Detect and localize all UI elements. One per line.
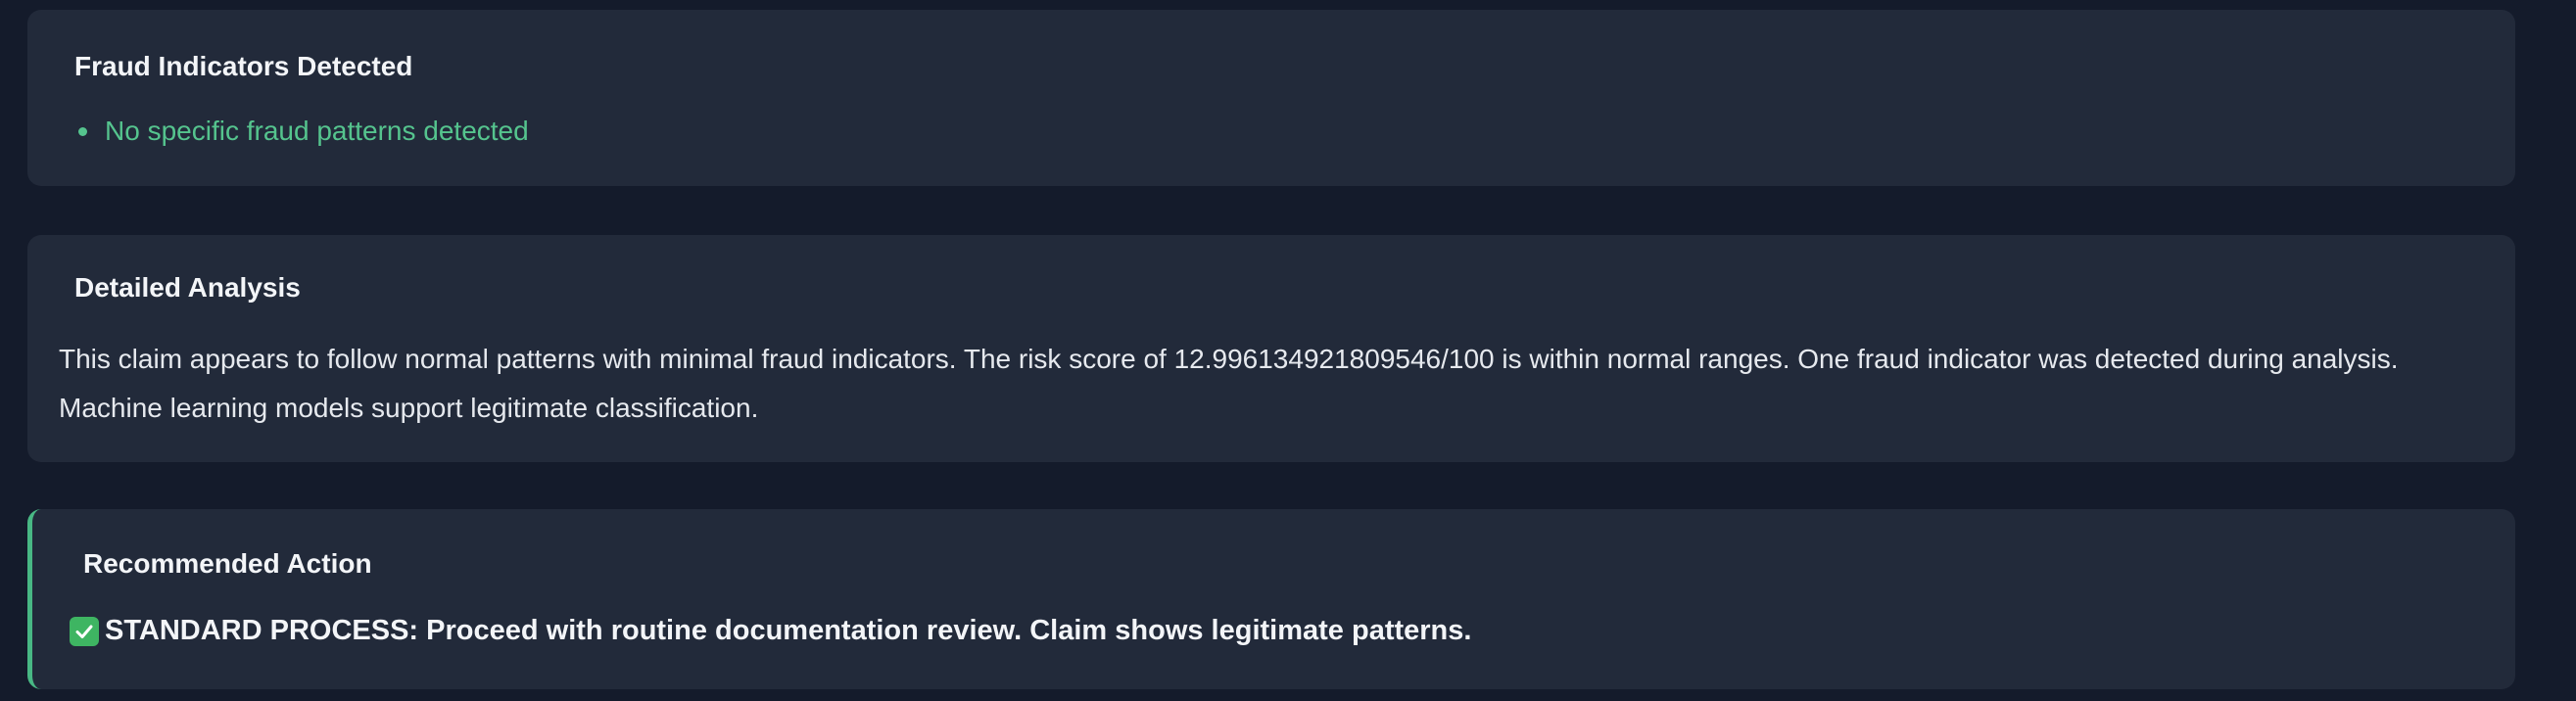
bullet-icon — [78, 126, 87, 136]
detailed-analysis-card: Detailed Analysis This claim appears to … — [27, 235, 2515, 462]
recommended-action-card: Recommended Action STANDARD PROCESS: Pro… — [27, 509, 2515, 689]
recommended-action-row: STANDARD PROCESS: Proceed with routine d… — [70, 615, 1471, 647]
left-edge-strip — [0, 0, 27, 701]
recommended-action-title: Recommended Action — [83, 548, 372, 579]
detailed-analysis-text: This claim appears to follow normal patt… — [59, 344, 2399, 423]
detailed-analysis-title: Detailed Analysis — [74, 272, 301, 303]
list-item: No specific fraud patterns detected — [74, 116, 529, 147]
fraud-indicator-text: No specific fraud patterns detected — [105, 116, 529, 146]
fraud-indicators-title: Fraud Indicators Detected — [74, 51, 413, 81]
recommended-action-text: STANDARD PROCESS: Proceed with routine d… — [105, 615, 1472, 646]
check-box-icon — [70, 616, 99, 646]
fraud-indicators-list: No specific fraud patterns detected — [74, 116, 529, 147]
fraud-indicators-card: Fraud Indicators Detected No specific fr… — [27, 10, 2515, 186]
